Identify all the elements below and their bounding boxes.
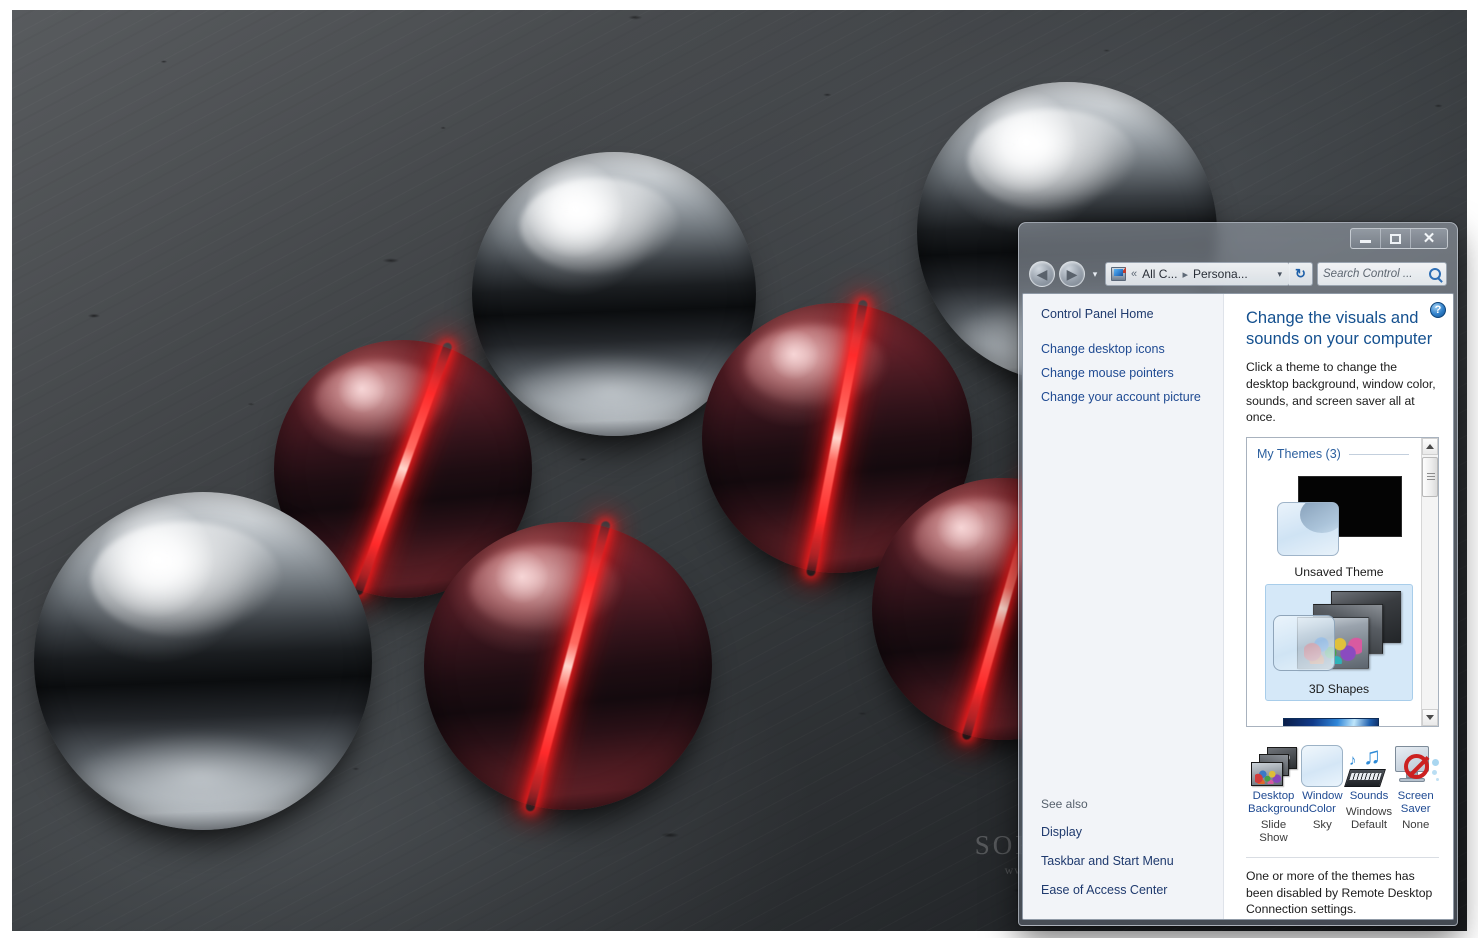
see-also-item-taskbar-and-start-menu[interactable]: Taskbar and Start Menu [1041, 854, 1213, 868]
search-input[interactable]: Search Control ... [1317, 262, 1447, 286]
refresh-icon: ↻ [1295, 266, 1306, 281]
theme-group-label: My Themes (3) [1257, 447, 1341, 462]
breadcrumb-chevrons[interactable]: « [1131, 268, 1137, 280]
sidebar-item-control-panel-home[interactable]: Control Panel Home [1041, 307, 1213, 321]
scroll-up-button[interactable] [1422, 438, 1438, 456]
setting-label[interactable]: Screen Saver [1392, 790, 1439, 816]
theme-item-partial-next[interactable] [1283, 718, 1379, 727]
screen-saver-icon [1393, 745, 1439, 787]
window-titlebar[interactable]: ✕ [1019, 223, 1457, 257]
setting-label[interactable]: Desktop Background [1248, 790, 1309, 816]
minimize-button[interactable] [1351, 229, 1381, 248]
setting-label[interactable]: Sounds [1346, 790, 1393, 803]
sidebar-item-change-mouse-pointers[interactable]: Change mouse pointers [1041, 366, 1213, 380]
personalization-window: ✕ ◀ ▶ ▾ « All C... ▸ Persona... ▾ ↻ Sear… [1018, 222, 1458, 926]
content-pane: ? Change the visuals and sounds on your … [1224, 294, 1453, 919]
scrollbar-thumb[interactable] [1422, 457, 1438, 498]
close-button[interactable]: ✕ [1411, 229, 1447, 248]
see-also-header: See also [1041, 797, 1088, 811]
search-icon [1429, 268, 1441, 280]
window-control-buttons: ✕ [1350, 228, 1448, 249]
theme-group-header: My Themes (3) [1257, 447, 1421, 461]
icon-wrap: ♪ ♫ [1344, 741, 1393, 788]
maximize-button[interactable] [1381, 229, 1411, 248]
breadcrumb-separator-icon: ▸ [1182, 268, 1188, 281]
divider [1246, 856, 1439, 858]
chevron-up-icon [1426, 444, 1434, 450]
bubbles-icon [1431, 759, 1439, 767]
page-title: Change the visuals and sounds on your co… [1246, 309, 1433, 349]
sounds-icon: ♪ ♫ [1344, 743, 1392, 788]
setting-value: None [1402, 818, 1430, 831]
monitor-base [1398, 778, 1425, 783]
setting-window-color[interactable]: Window Color Sky [1299, 741, 1346, 845]
neon-slash [524, 520, 612, 812]
help-icon[interactable]: ? [1430, 302, 1446, 318]
chevron-down-icon[interactable]: ▾ [1274, 269, 1285, 280]
chevron-down-icon [1426, 715, 1434, 721]
theme-item-3d-shapes[interactable]: 3D Shapes [1265, 584, 1413, 702]
setting-value: Slide Show [1259, 818, 1288, 844]
neon-slash [352, 341, 454, 597]
window-body: Control Panel Home Change desktop icons … [1022, 293, 1454, 920]
refresh-button[interactable]: ↻ [1289, 262, 1313, 286]
search-placeholder: Search Control ... [1323, 268, 1413, 280]
photo-front [1250, 762, 1283, 787]
see-also-section: See also Display Taskbar and Start Menu … [1023, 797, 1223, 919]
breadcrumb-current[interactable]: Persona... [1193, 267, 1248, 281]
theme-group-rule [1348, 453, 1409, 455]
themes-list: My Themes (3) Unsaved Theme 3D Shapes [1246, 437, 1439, 728]
theme-label: Unsaved Theme [1294, 565, 1384, 580]
themes-scroll-area: My Themes (3) Unsaved Theme 3D Shapes [1247, 438, 1421, 727]
setting-sounds[interactable]: ♪ ♫ Sounds Windows Default [1344, 741, 1393, 845]
pencil-icon [1121, 267, 1126, 273]
address-toolbar: ◀ ▶ ▾ « All C... ▸ Persona... ▾ ↻ Search… [1019, 257, 1457, 291]
desktop-screen: SOFTPEDIA www.softpedia.com ✕ ◀ ▶ ▾ [0, 0, 1478, 938]
forward-button[interactable]: ▶ [1059, 261, 1085, 287]
themes-scrollbar[interactable] [1421, 438, 1438, 727]
theme-settings-row: Desktop Background Slide Show Window Col… [1246, 741, 1439, 845]
thumbnail-window-preview [1277, 502, 1339, 557]
music-note-icon: ♪ [1349, 752, 1357, 770]
setting-value: Windows Default [1345, 805, 1393, 831]
theme-label: 3D Shapes [1308, 682, 1370, 697]
music-note-icon: ♫ [1363, 743, 1381, 771]
breadcrumb-root[interactable]: All C... [1142, 267, 1177, 281]
setting-label[interactable]: Window Color [1299, 790, 1346, 816]
control-panel-icon [1111, 267, 1126, 281]
see-also-item-ease-of-access-center[interactable]: Ease of Access Center [1041, 883, 1213, 897]
chrome-sphere-bottom-left [34, 492, 372, 830]
theme-thumbnail-unsaved [1271, 474, 1407, 560]
icon-wrap [1299, 741, 1346, 788]
no-entry-icon [1403, 754, 1429, 780]
icon-wrap [1248, 741, 1299, 787]
navigation-links: Control Panel Home Change desktop icons … [1023, 307, 1223, 414]
page-description: Click a theme to change the desktop back… [1246, 360, 1436, 425]
desktop-background-icon [1250, 747, 1297, 787]
warning-message: One or more of the themes has been disab… [1246, 868, 1433, 917]
setting-screen-saver[interactable]: Screen Saver None [1392, 741, 1439, 845]
theme-thumbnail-3d-shapes [1271, 591, 1407, 677]
icon-wrap [1392, 741, 1439, 787]
ruby-sphere-front [424, 520, 712, 812]
neon-slash [805, 299, 869, 577]
setting-desktop-background[interactable]: Desktop Background Slide Show [1248, 741, 1309, 845]
thumbnail-window-preview [1273, 615, 1335, 672]
window-color-icon [1301, 745, 1344, 788]
sidebar-item-change-account-picture[interactable]: Change your account picture [1041, 390, 1213, 404]
navigation-pane: Control Panel Home Change desktop icons … [1023, 294, 1224, 919]
address-bar[interactable]: « All C... ▸ Persona... ▾ [1105, 262, 1290, 286]
see-also-item-display[interactable]: Display [1041, 825, 1213, 839]
scroll-down-button[interactable] [1422, 709, 1438, 727]
setting-value: Sky [1312, 818, 1332, 831]
minimize-icon [1360, 240, 1371, 243]
back-button[interactable]: ◀ [1029, 261, 1055, 287]
sidebar-item-change-desktop-icons[interactable]: Change desktop icons [1041, 342, 1213, 356]
maximize-icon [1390, 233, 1401, 244]
close-icon: ✕ [1422, 230, 1436, 247]
keyboard-icon [1344, 769, 1386, 788]
recent-pages-dropdown-icon[interactable]: ▾ [1089, 269, 1101, 280]
theme-item-unsaved-theme[interactable]: Unsaved Theme [1265, 467, 1413, 584]
